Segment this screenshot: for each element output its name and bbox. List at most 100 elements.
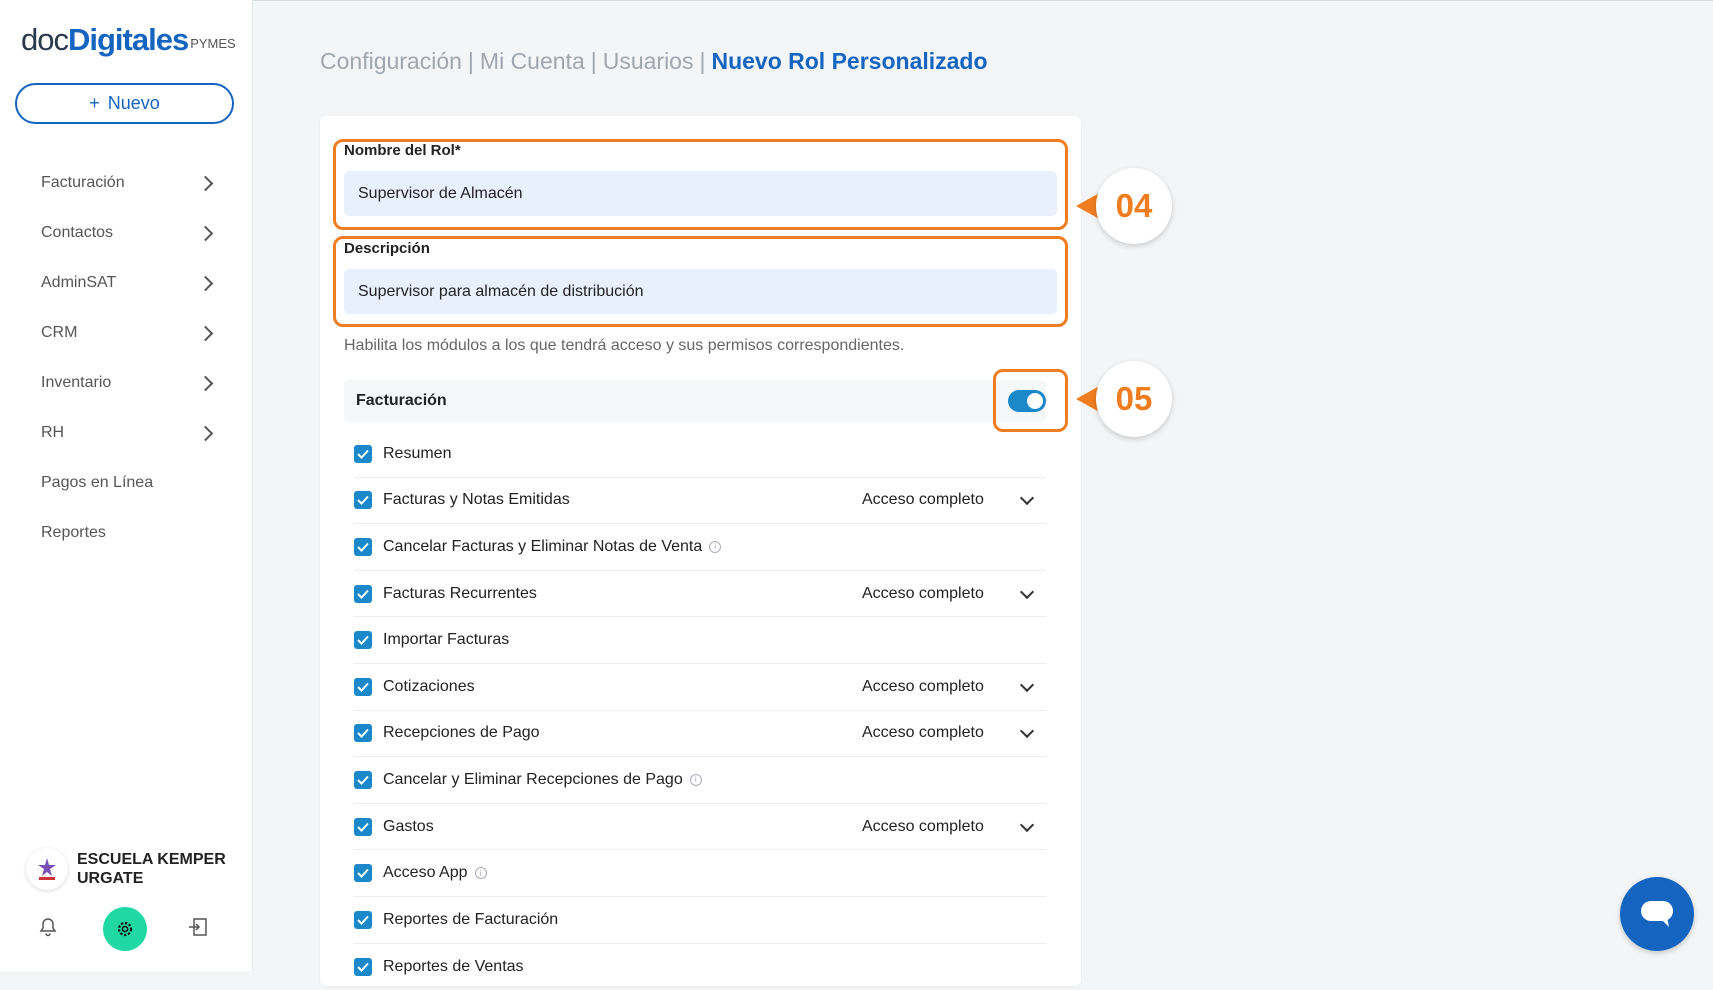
sidebar-nav: Facturación Contactos AdminSAT CRM Inventari… xyxy=(0,158,253,558)
sidebar-item-label: RH xyxy=(41,424,65,441)
sidebar-item-pagos-en-l-nea[interactable]: Pagos en Línea xyxy=(0,458,253,508)
permission-row: Recepciones de Pago Acceso completo xyxy=(354,711,1046,758)
settings-button[interactable] xyxy=(103,907,147,951)
permission-checkbox[interactable] xyxy=(354,677,372,696)
access-level-value: Acceso completo xyxy=(862,817,984,835)
permission-row: Cancelar y Eliminar Recepciones de Pago i xyxy=(354,757,1046,804)
permission-checkbox[interactable] xyxy=(354,770,372,789)
check-icon xyxy=(357,449,369,459)
sidebar-item-label: CRM xyxy=(41,324,78,341)
permission-row: Facturas y Notas Emitidas Acceso completo xyxy=(354,478,1046,525)
logout-icon[interactable] xyxy=(188,918,208,941)
module-toggle[interactable] xyxy=(1008,390,1046,412)
logo-doc: doc xyxy=(21,22,69,57)
top-divider xyxy=(253,0,1713,1)
breadcrumb-separator: | xyxy=(590,48,597,74)
permission-row: Facturas Recurrentes Acceso completo xyxy=(354,571,1046,618)
permission-checkbox[interactable] xyxy=(354,584,372,603)
permission-row: Resumen xyxy=(354,431,1046,478)
access-level-select[interactable]: Acceso completo xyxy=(862,478,1046,524)
new-button[interactable]: + Nuevo xyxy=(15,83,234,124)
logo-digitales: Digitales xyxy=(67,22,189,57)
permission-label: Reportes de Ventas xyxy=(383,957,524,975)
permission-label: Facturas y Notas Emitidas xyxy=(383,491,570,509)
sidebar-item-label: Pagos en Línea xyxy=(41,474,154,491)
info-icon[interactable]: i xyxy=(709,540,722,553)
description-label: Descripción xyxy=(344,240,430,257)
modules-hint: Habilita los módulos a los que tendrá ac… xyxy=(344,337,905,354)
sidebar-item-contactos[interactable]: Contactos xyxy=(0,208,253,258)
check-icon xyxy=(357,729,369,739)
permission-checkbox[interactable] xyxy=(354,444,372,463)
permission-label: Resumen xyxy=(383,444,452,462)
permission-label: Recepciones de Pago xyxy=(383,724,540,742)
permission-checkbox[interactable] xyxy=(354,537,372,556)
plus-icon: + xyxy=(89,93,100,113)
breadcrumb-mi-cuenta[interactable]: Mi Cuenta xyxy=(480,48,585,74)
chevron-right-icon xyxy=(197,425,214,441)
permission-label: Cancelar Facturas y Eliminar Notas de Ve… xyxy=(383,537,703,555)
info-icon[interactable]: i xyxy=(689,773,702,786)
check-icon xyxy=(357,775,369,785)
check-icon xyxy=(357,542,369,552)
bell-icon[interactable] xyxy=(39,917,57,942)
role-name-input[interactable] xyxy=(344,171,1057,216)
sidebar-item-rh[interactable]: RH xyxy=(0,408,253,458)
access-level-select[interactable]: Acceso completo xyxy=(862,664,1046,710)
info-icon[interactable]: i xyxy=(474,867,487,880)
breadcrumb-usuarios[interactable]: Usuarios xyxy=(603,48,694,74)
access-level-select[interactable]: Acceso completo xyxy=(862,571,1046,617)
check-icon xyxy=(357,589,369,599)
sidebar-item-inventario[interactable]: Inventario xyxy=(0,358,253,408)
permission-label: Cancelar y Eliminar Recepciones de Pago xyxy=(383,770,683,788)
access-level-select[interactable]: Acceso completo xyxy=(862,804,1046,850)
permission-checkbox[interactable] xyxy=(354,631,372,650)
permission-label: Importar Facturas xyxy=(383,631,510,649)
permission-row: Importar Facturas xyxy=(354,617,1046,664)
permission-checkbox[interactable] xyxy=(354,864,372,883)
permission-label: Acceso App xyxy=(383,864,468,882)
check-icon xyxy=(357,822,369,832)
description-input[interactable] xyxy=(344,269,1057,314)
sidebar-item-facturaci-n[interactable]: Facturación xyxy=(0,158,253,208)
permission-checkbox[interactable] xyxy=(354,491,372,510)
sidebar-item-adminsat[interactable]: AdminSAT xyxy=(0,258,253,308)
check-icon xyxy=(357,868,369,879)
logo-pymes: PYMES xyxy=(190,36,236,51)
permission-checkbox[interactable] xyxy=(354,724,372,743)
sidebar-item-label: Contactos xyxy=(41,224,114,241)
sidebar-item-label: Inventario xyxy=(41,374,112,391)
sidebar-bottom-icons xyxy=(0,905,253,953)
gear-icon xyxy=(117,921,133,937)
chevron-right-icon xyxy=(197,325,214,341)
chevron-down-icon xyxy=(1019,817,1035,832)
permission-label: Gastos xyxy=(383,817,434,835)
sidebar-item-reportes[interactable]: Reportes xyxy=(0,508,253,558)
callout-number: 04 xyxy=(1096,168,1172,244)
permission-row: Acceso App i xyxy=(354,850,1046,897)
permissions-list: Resumen Facturas y Notas Emitidas Acceso c… xyxy=(354,431,1046,990)
breadcrumb: Configuración | Mi Cuenta | Usuarios | Nuevo R… xyxy=(320,48,988,75)
access-level-value: Acceso completo xyxy=(862,584,984,602)
permission-row: Cancelar Facturas y Eliminar Notas de Ve… xyxy=(354,524,1046,571)
permission-checkbox[interactable] xyxy=(354,957,372,976)
chevron-down-icon xyxy=(1019,677,1035,692)
permission-checkbox[interactable] xyxy=(354,817,372,836)
permission-label: Facturas Recurrentes xyxy=(383,584,537,602)
account-info[interactable]: ESCUELA KEMPER URGATE xyxy=(26,848,237,890)
chevron-right-icon xyxy=(197,175,214,191)
check-icon xyxy=(357,635,369,646)
sidebar-item-crm[interactable]: CRM xyxy=(0,308,253,358)
chat-button[interactable] xyxy=(1620,877,1694,951)
permission-label: Reportes de Facturación xyxy=(383,910,559,928)
toggle-knob xyxy=(1027,393,1043,409)
permission-checkbox[interactable] xyxy=(354,910,372,929)
check-icon xyxy=(357,962,369,972)
permission-row: Gastos Acceso completo xyxy=(354,804,1046,851)
access-level-select[interactable]: Acceso completo xyxy=(862,711,1046,757)
breadcrumb-configuracion[interactable]: Configuración xyxy=(320,48,462,74)
permission-label: Cotizaciones xyxy=(383,677,475,695)
chevron-down-icon xyxy=(1019,491,1035,506)
module-header-facturacion: Facturación xyxy=(344,380,1046,422)
new-button-label: Nuevo xyxy=(107,93,160,113)
